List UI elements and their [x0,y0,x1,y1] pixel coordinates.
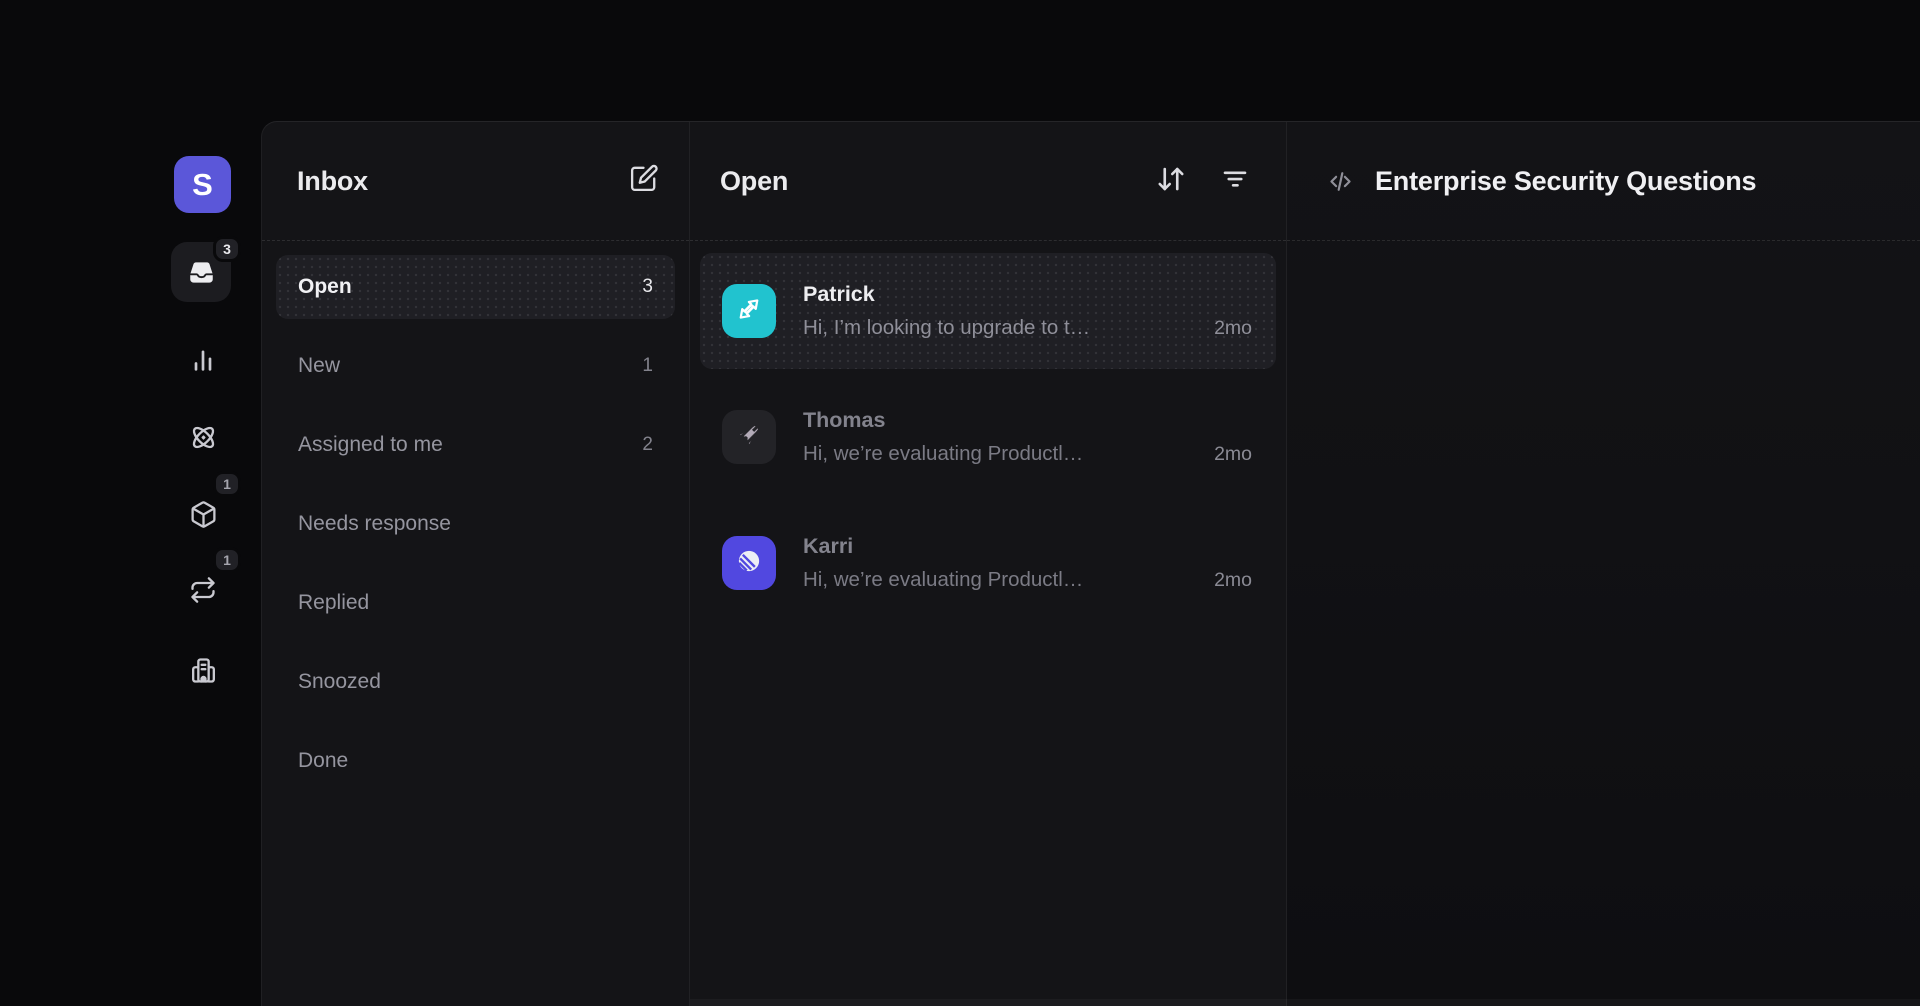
inbox-panel-title: Inbox [297,166,368,197]
status-row-snoozed[interactable]: Snoozed [276,650,675,714]
sidebar-item-insights[interactable] [173,330,233,390]
avatar [722,410,776,464]
compose-button[interactable] [628,163,659,199]
products-count-badge: 1 [213,471,241,497]
status-count: 1 [642,355,653,377]
filter-button[interactable] [1220,164,1250,199]
filter-lines-icon [1220,164,1250,199]
status-row-done[interactable]: Done [276,729,675,793]
inbox-panel-header: Inbox [262,122,689,241]
status-row-needs-response[interactable]: Needs response [276,492,675,556]
inbox-count-badge: 3 [213,236,241,262]
status-label: Needs response [298,512,451,536]
workflows-count-badge: 1 [213,547,241,573]
conversation-time: 2mo [1214,569,1252,592]
conversation-list-title: Open [720,166,788,197]
conversation-row-patrick[interactable]: Patrick Hi, I’m looking to upgrade to t…… [700,253,1276,369]
conversation-time: 2mo [1214,317,1252,340]
status-label: New [298,354,340,378]
cube-icon [189,500,218,529]
status-count: 3 [642,276,653,298]
conversation-text: Karri Hi, we’re evaluating Productl… 2mo [803,534,1252,592]
conversation-preview: Hi, we’re evaluating Productl… [803,568,1196,592]
status-label: Done [298,749,348,773]
linear-globe-icon [730,542,768,585]
status-label: Open [298,275,352,299]
diagonal-swap-arrows-icon [731,291,767,332]
conversation-text: Patrick Hi, I’m looking to upgrade to t…… [803,282,1252,340]
status-row-assigned[interactable]: Assigned to me 2 [276,413,675,477]
nav-rail: S 3 [0,0,261,1006]
atom-icon [188,422,219,453]
inbox-tray-icon [188,259,215,286]
detail-body [1287,241,1920,1006]
status-row-new[interactable]: New 1 [276,334,675,398]
main-surface: Inbox Open 3 New 1 Assigned to me [261,121,1920,1006]
conversation-list-header: Open [690,122,1286,241]
conversation-name: Thomas [803,408,1252,433]
repeat-arrows-icon [189,576,217,604]
sidebar-item-company[interactable] [173,640,233,700]
code-icon [1325,166,1356,197]
detail-panel: Enterprise Security Questions [1287,122,1920,1006]
conversation-list-panel: Open [690,122,1287,1006]
inbox-panel: Inbox Open 3 New 1 Assigned to me [262,122,690,1006]
status-label: Snoozed [298,670,381,694]
status-count: 2 [642,434,653,456]
conversation-preview: Hi, we’re evaluating Productl… [803,442,1196,466]
conversation-text: Thomas Hi, we’re evaluating Productl… 2m… [803,408,1252,466]
app-logo[interactable]: S [174,156,231,213]
compose-icon [628,163,659,199]
status-row-replied[interactable]: Replied [276,571,675,635]
status-label: Replied [298,591,369,615]
conversation-name: Karri [803,534,1252,559]
conversation-name: Patrick [803,282,1252,307]
conversation-row-karri[interactable]: Karri Hi, we’re evaluating Productl… 2mo [700,505,1276,621]
avatar [722,536,776,590]
conversation-time: 2mo [1214,443,1252,466]
sidebar-item-automation[interactable] [173,407,233,467]
hatched-arrow-icon [732,418,766,457]
detail-title: Enterprise Security Questions [1375,166,1756,197]
detail-header: Enterprise Security Questions [1287,122,1920,241]
conversation-preview: Hi, I’m looking to upgrade to t… [803,316,1196,340]
sort-arrows-icon [1156,164,1186,199]
building-icon [188,655,219,686]
bar-chart-icon [189,346,217,374]
status-list: Open 3 New 1 Assigned to me 2 Needs resp… [262,241,689,822]
sort-button[interactable] [1156,164,1186,199]
conversation-list: Patrick Hi, I’m looking to upgrade to t…… [690,241,1286,643]
status-row-open[interactable]: Open 3 [276,255,675,319]
avatar [722,284,776,338]
conversation-row-thomas[interactable]: Thomas Hi, we’re evaluating Productl… 2m… [700,379,1276,495]
status-label: Assigned to me [298,433,443,457]
